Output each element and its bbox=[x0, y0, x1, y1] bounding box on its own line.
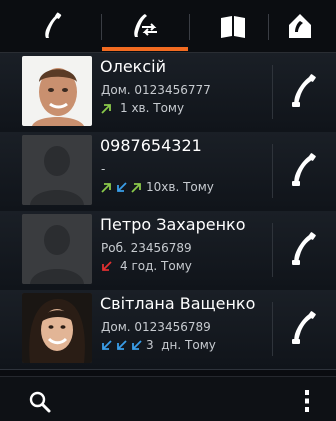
tab-dialer[interactable] bbox=[10, 0, 94, 52]
contact-name: Світлана Ващенко bbox=[100, 294, 256, 313]
avatar bbox=[22, 135, 92, 205]
tab-call-log[interactable] bbox=[103, 0, 187, 52]
phone-icon bbox=[292, 232, 316, 265]
call-button[interactable] bbox=[283, 306, 323, 350]
tab-bar bbox=[0, 0, 336, 53]
contact-number: Дом. 0123456777 bbox=[101, 83, 211, 97]
call-button[interactable] bbox=[283, 148, 323, 192]
contact-name: Петро Захаренко bbox=[100, 215, 246, 234]
overflow-menu-icon[interactable] bbox=[303, 389, 311, 413]
avatar bbox=[22, 56, 92, 126]
home-icon bbox=[289, 14, 311, 38]
avatar bbox=[22, 214, 92, 284]
call-log-icon bbox=[134, 14, 157, 37]
call-time: 1 хв. Тому bbox=[120, 101, 185, 115]
search-icon[interactable] bbox=[28, 390, 52, 414]
contact-number: - bbox=[101, 162, 106, 176]
call-button[interactable] bbox=[283, 227, 323, 271]
phone-icon bbox=[292, 153, 316, 186]
call-log-row[interactable]: Світлана Ващенко Дом. 0123456789 3 дн. Т… bbox=[0, 290, 336, 370]
tab-favorites[interactable] bbox=[258, 0, 336, 52]
contact-name: Олексій bbox=[100, 57, 166, 76]
missed-call-icon bbox=[101, 260, 112, 272]
call-log-list: Олексій Дом. 0123456777 1 хв. Тому 09876… bbox=[0, 53, 336, 370]
bottom-action-bar bbox=[0, 376, 336, 421]
call-meta: 3 дн. Тому bbox=[101, 338, 216, 352]
phone-icon bbox=[45, 12, 62, 38]
phone-icon bbox=[292, 74, 316, 107]
call-time: 3 дн. Тому bbox=[146, 338, 216, 352]
call-time: 10хв. Тому bbox=[146, 180, 214, 194]
outgoing-call-icon bbox=[131, 182, 142, 193]
call-meta: 4 год. Тому bbox=[101, 259, 192, 273]
contact-number: Дом. 0123456789 bbox=[101, 320, 211, 334]
call-meta: 1 хв. Тому bbox=[101, 101, 184, 115]
call-log-row[interactable]: Петро Захаренко Роб. 23456789 4 год. Том… bbox=[0, 211, 336, 291]
call-meta: 10хв. Тому bbox=[101, 180, 214, 194]
call-time: 4 год. Тому bbox=[120, 259, 192, 273]
avatar bbox=[22, 293, 92, 363]
outgoing-call-icon bbox=[101, 182, 112, 193]
incoming-call-icon bbox=[116, 339, 127, 351]
contacts-book-icon bbox=[221, 16, 245, 38]
call-log-row[interactable]: Олексій Дом. 0123456777 1 хв. Тому bbox=[0, 53, 336, 133]
selected-tab-indicator bbox=[102, 47, 188, 51]
incoming-call-icon bbox=[116, 181, 127, 193]
incoming-call-icon bbox=[101, 339, 112, 351]
incoming-call-icon bbox=[131, 339, 142, 351]
call-button[interactable] bbox=[283, 69, 323, 113]
contact-number: Роб. 23456789 bbox=[101, 241, 192, 255]
call-log-row[interactable]: 0987654321 - 10хв. Тому bbox=[0, 132, 336, 212]
phone-icon bbox=[292, 311, 316, 344]
outgoing-call-icon bbox=[101, 103, 112, 114]
contact-name: 0987654321 bbox=[100, 136, 202, 155]
